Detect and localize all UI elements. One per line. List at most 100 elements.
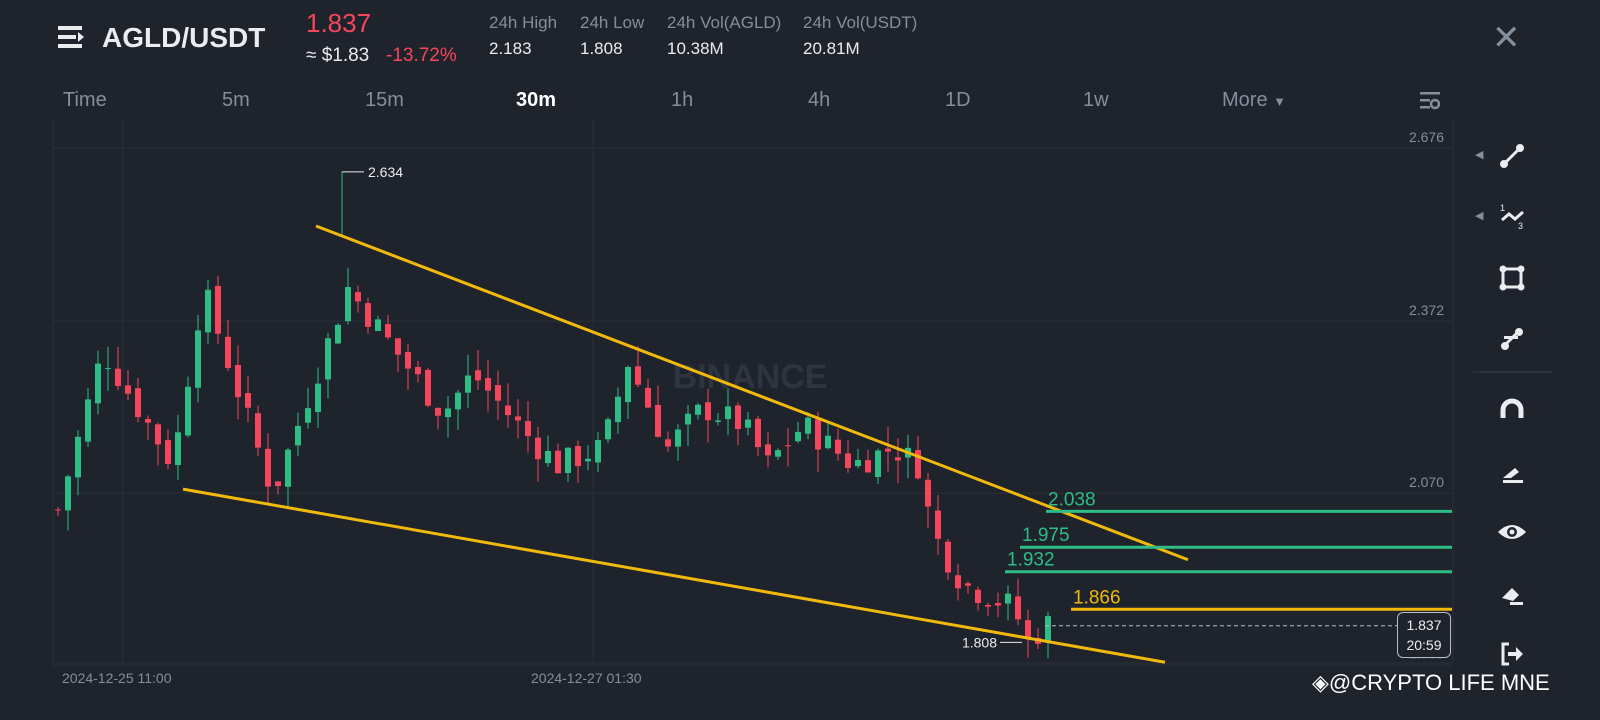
candle-body xyxy=(1015,596,1021,620)
candle-body xyxy=(535,437,541,460)
candle-body xyxy=(485,378,491,391)
candle-body xyxy=(155,424,161,445)
candle-body xyxy=(1045,616,1051,642)
candle-body xyxy=(775,450,781,457)
candle-body xyxy=(745,419,751,428)
candle-body xyxy=(765,444,771,456)
eraser-icon[interactable] xyxy=(1492,574,1532,614)
candle-body xyxy=(205,289,211,333)
trend-line-tool-icon[interactable] xyxy=(1492,136,1532,176)
candle-body xyxy=(495,385,501,401)
candle-body xyxy=(725,406,731,420)
candle-body xyxy=(985,604,991,607)
candle-body xyxy=(445,408,451,418)
candle-body xyxy=(375,319,381,332)
price-tick-label: 2.070 xyxy=(1409,474,1444,490)
candle-body xyxy=(625,366,631,403)
level-label: 1.932 xyxy=(1007,550,1055,571)
level-label: 1.975 xyxy=(1022,525,1070,546)
candle-body xyxy=(865,460,871,473)
candle-body xyxy=(505,405,511,416)
candle-body xyxy=(305,408,311,423)
magnet-icon[interactable] xyxy=(1492,390,1532,430)
credit-text: @CRYPTO LIFE MNE xyxy=(1328,670,1550,695)
candle-body xyxy=(835,439,841,454)
candle-body xyxy=(645,387,651,408)
candle-body xyxy=(335,324,341,344)
candle-body xyxy=(955,575,961,589)
candle-body xyxy=(215,285,221,334)
eye-icon[interactable] xyxy=(1492,512,1532,552)
candle-body xyxy=(875,450,881,478)
time-label: 2024-12-25 11:00 xyxy=(62,670,172,686)
candle-body xyxy=(925,479,931,507)
candle-body xyxy=(995,603,1001,606)
candle-body xyxy=(115,368,121,386)
candle-body xyxy=(685,413,691,425)
candle-body xyxy=(785,445,791,447)
candle-body xyxy=(125,385,131,394)
pencil-icon[interactable] xyxy=(1492,452,1532,492)
binance-logo-icon: ◈ xyxy=(1312,670,1329,695)
candle-body xyxy=(55,509,61,511)
candle-body xyxy=(165,440,171,464)
candle-body xyxy=(395,338,401,355)
candle-body xyxy=(575,445,581,467)
candle-body xyxy=(265,448,271,487)
candle-body xyxy=(295,426,301,446)
candle-body xyxy=(185,386,191,436)
candle-body xyxy=(545,451,551,464)
candle-body xyxy=(435,407,441,416)
expand-arrow-icon[interactable]: ◀ xyxy=(1475,148,1483,161)
candle-body xyxy=(385,324,391,338)
candle-body xyxy=(565,447,571,474)
price-tick-label: 2.676 xyxy=(1409,129,1444,145)
price-range-tool-icon[interactable] xyxy=(1492,318,1532,358)
candle-body xyxy=(195,330,201,388)
candle-body xyxy=(805,417,811,434)
candle-body xyxy=(135,388,141,418)
candle-body xyxy=(475,370,481,381)
fibonacci-tool-icon[interactable]: 13 xyxy=(1492,196,1532,236)
candle-body xyxy=(465,375,471,393)
candle-body xyxy=(965,583,971,586)
candle-body xyxy=(975,589,981,603)
binance-watermark: BINANCE xyxy=(673,358,828,396)
exit-icon[interactable] xyxy=(1492,634,1532,674)
candle-body xyxy=(285,449,291,487)
candle-body xyxy=(325,338,331,380)
candle-body xyxy=(225,336,231,369)
time-label: 2024-12-27 01:30 xyxy=(531,670,642,686)
candle-body xyxy=(235,364,241,398)
level-label: 1.866 xyxy=(1073,587,1121,608)
candle-body xyxy=(825,435,831,449)
candle-body xyxy=(1025,620,1031,638)
candle-body xyxy=(145,419,151,423)
candle-body xyxy=(815,419,821,450)
candle-body xyxy=(365,303,371,327)
candle-body xyxy=(255,413,261,448)
rectangle-tool-icon[interactable] xyxy=(1492,258,1532,298)
candle-body xyxy=(425,369,431,406)
candle-body xyxy=(715,420,721,422)
candle-body xyxy=(795,431,801,442)
candle-body xyxy=(315,383,321,413)
candle-body xyxy=(555,450,561,474)
candle-body xyxy=(635,366,641,385)
high-marker-label: 2.634 xyxy=(368,164,403,180)
toolbar-divider xyxy=(1473,371,1553,373)
candle-body xyxy=(695,404,701,415)
svg-text:1: 1 xyxy=(1500,203,1505,213)
candle-body xyxy=(615,396,621,423)
candle-body xyxy=(655,404,661,437)
candle-body xyxy=(595,440,601,463)
price-chart[interactable]: 2.6762.3722.0701.768 BINANCE 2.6341.8082… xyxy=(0,0,1600,720)
candle-body xyxy=(935,510,941,539)
candle-body xyxy=(945,541,951,573)
candle-body xyxy=(515,416,521,421)
trend-line xyxy=(182,487,1166,664)
expand-arrow-icon[interactable]: ◀ xyxy=(1475,209,1483,222)
candle-body xyxy=(245,393,251,408)
candle-body xyxy=(345,287,351,322)
low-marker-label: 1.808 xyxy=(962,634,997,650)
